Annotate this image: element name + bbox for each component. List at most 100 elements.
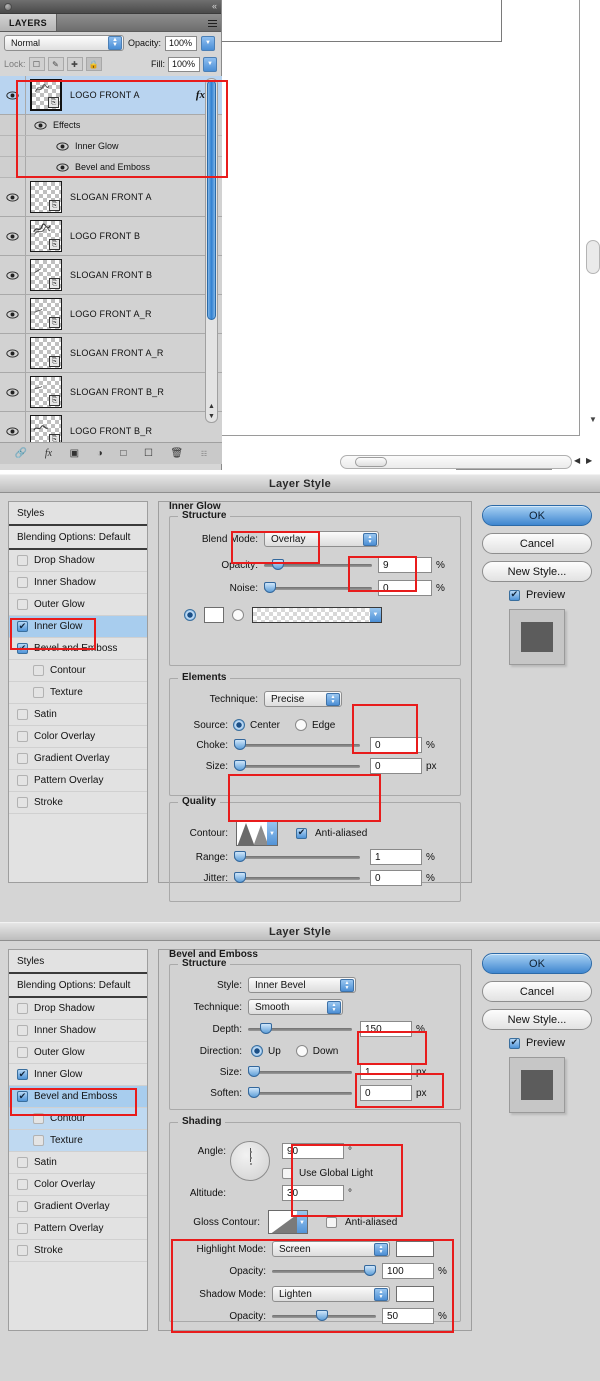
jitter-slider[interactable] xyxy=(234,871,360,885)
style-item-texture[interactable]: Texture xyxy=(9,682,147,704)
checkbox-icon[interactable] xyxy=(17,1223,28,1234)
checkbox-icon[interactable] xyxy=(17,1025,28,1036)
checkbox-icon[interactable] xyxy=(17,1069,28,1080)
layer-thumbnail[interactable]: ⎘ xyxy=(30,259,62,291)
layer-visibility-toggle[interactable] xyxy=(0,373,26,411)
scrollbar-thumb[interactable] xyxy=(355,457,387,467)
size-input[interactable]: 0 xyxy=(370,758,422,774)
style-item-stroke[interactable]: Stroke xyxy=(9,1240,147,1262)
layers-scrollbar[interactable]: ▲ ▼ xyxy=(205,78,218,423)
radio-solid-color[interactable] xyxy=(184,609,196,621)
slider-knob[interactable] xyxy=(248,1066,260,1077)
effects-group-row[interactable]: Effects xyxy=(0,115,222,136)
range-slider[interactable] xyxy=(234,850,360,864)
technique-select[interactable]: Smooth ▲ ▼ xyxy=(248,999,343,1015)
spinner-icon[interactable]: ▲ ▼ xyxy=(374,1288,388,1301)
preview-checkbox[interactable] xyxy=(508,589,520,601)
slider-knob[interactable] xyxy=(364,1265,376,1276)
checkbox-icon[interactable] xyxy=(17,1179,28,1190)
styles-list[interactable]: Styles Blending Options: Default Drop Sh… xyxy=(8,949,148,1331)
soften-input[interactable]: 0 xyxy=(360,1085,412,1101)
opacity-slider-icon[interactable]: ▼ xyxy=(201,35,216,51)
shadow-opacity-input[interactable]: 50 xyxy=(382,1308,434,1324)
table-row[interactable]: ⎘ SLOGAN FRONT B_R xyxy=(0,373,222,412)
noise-slider[interactable] xyxy=(264,581,372,595)
adjustment-icon[interactable]: ◑ xyxy=(97,448,103,459)
checkbox-icon[interactable] xyxy=(33,665,44,676)
mask-icon[interactable]: ▣ xyxy=(70,448,79,459)
radio-direction-up[interactable] xyxy=(251,1045,263,1057)
tab-layers[interactable]: LAYERS xyxy=(0,14,58,31)
shadow-color-swatch[interactable] xyxy=(396,1286,434,1302)
checkbox-icon[interactable] xyxy=(17,599,28,610)
slider-knob[interactable] xyxy=(272,559,284,570)
layer-thumbnail[interactable]: ⎘ xyxy=(30,220,62,252)
checkbox-icon[interactable] xyxy=(17,797,28,808)
slider-knob[interactable] xyxy=(316,1310,328,1321)
style-item-stroke[interactable]: Stroke xyxy=(9,792,147,814)
style-item-satin[interactable]: Satin xyxy=(9,704,147,726)
choke-slider[interactable] xyxy=(234,738,360,752)
radio-source-center[interactable] xyxy=(233,719,245,731)
checkbox-icon[interactable] xyxy=(17,1047,28,1058)
layer-visibility-toggle[interactable] xyxy=(0,334,26,372)
soften-slider[interactable] xyxy=(248,1086,352,1100)
glow-color-swatch[interactable] xyxy=(204,607,224,623)
range-input[interactable]: 1 xyxy=(370,849,422,865)
eye-icon[interactable] xyxy=(56,141,69,151)
resize-grip-icon[interactable]: ☷ xyxy=(201,450,207,458)
link-icon[interactable]: 🔗 xyxy=(15,448,27,459)
effect-row-bevel-emboss[interactable]: Bevel and Emboss xyxy=(0,157,222,178)
opacity-input[interactable]: 9 xyxy=(378,557,432,573)
chevron-down-icon[interactable]: ▼ xyxy=(267,821,277,845)
radio-source-edge[interactable] xyxy=(295,719,308,731)
new-style-button[interactable]: New Style... xyxy=(482,1009,592,1030)
fx-icon[interactable]: fx xyxy=(196,89,205,101)
angle-input[interactable]: 90 xyxy=(282,1143,344,1159)
table-row[interactable]: ⎘ SLOGAN FRONT A_R xyxy=(0,334,222,373)
lock-position-icon[interactable]: ✚ xyxy=(66,57,83,71)
effect-row-inner-glow[interactable]: Inner Glow xyxy=(0,136,222,157)
gradient-picker[interactable]: ▼ xyxy=(252,607,382,623)
style-item-inner-glow[interactable]: Inner Glow xyxy=(9,616,147,638)
checkbox-icon[interactable] xyxy=(17,1003,28,1014)
lock-all-icon[interactable]: 🔒 xyxy=(85,57,102,71)
layer-visibility-toggle[interactable] xyxy=(0,412,26,442)
style-item-inner-glow[interactable]: Inner Glow xyxy=(9,1064,147,1086)
style-item-gradient-overlay[interactable]: Gradient Overlay xyxy=(9,748,147,770)
layer-thumbnail[interactable]: ⎘ xyxy=(30,415,62,442)
blend-mode-spinner-icon[interactable]: ▲ ▼ xyxy=(108,36,122,50)
checkbox-icon[interactable] xyxy=(33,687,44,698)
ok-button[interactable]: OK xyxy=(482,953,592,974)
depth-input[interactable]: 150 xyxy=(360,1021,412,1037)
layer-list[interactable]: ⎘ LOGO FRONT A fx ▲ Effects xyxy=(0,76,222,442)
checkbox-icon[interactable] xyxy=(33,1113,44,1124)
fx-icon[interactable]: fx xyxy=(45,448,52,459)
slider-knob[interactable] xyxy=(234,851,246,862)
use-global-light-row[interactable]: Use Global Light xyxy=(282,1165,373,1181)
shadow-mode-select[interactable]: Lighten ▲ ▼ xyxy=(272,1286,390,1302)
new-layer-icon[interactable]: ☐ xyxy=(144,448,153,459)
use-global-light-checkbox[interactable] xyxy=(282,1167,293,1179)
style-item-pattern-overlay[interactable]: Pattern Overlay xyxy=(9,1218,147,1240)
style-item-gradient-overlay[interactable]: Gradient Overlay xyxy=(9,1196,147,1218)
checkbox-icon[interactable] xyxy=(17,731,28,742)
shadow-opacity-slider[interactable] xyxy=(272,1309,376,1323)
slider-knob[interactable] xyxy=(248,1087,260,1098)
slider-knob[interactable] xyxy=(260,1023,272,1034)
slider-knob[interactable] xyxy=(264,582,276,593)
blending-options-item[interactable]: Blending Options: Default xyxy=(9,974,147,998)
spinner-icon[interactable]: ▲ ▼ xyxy=(326,693,340,706)
style-item-drop-shadow[interactable]: Drop Shadow xyxy=(9,998,147,1020)
anti-aliased-checkbox[interactable] xyxy=(296,827,307,839)
gloss-contour-preview[interactable]: ▼ xyxy=(268,1210,308,1234)
highlight-mode-select[interactable]: Screen ▲ ▼ xyxy=(272,1241,390,1257)
collapse-chevrons-icon[interactable]: « xyxy=(212,1,217,11)
highlight-color-swatch[interactable] xyxy=(396,1241,434,1257)
checkbox-icon[interactable] xyxy=(17,621,28,632)
panel-menu-icon[interactable] xyxy=(208,18,217,31)
blending-options-item[interactable]: Blending Options: Default xyxy=(9,526,147,550)
panel-close-dot[interactable] xyxy=(4,3,12,11)
table-row[interactable]: ⎘ LOGO FRONT A fx ▲ xyxy=(0,76,222,115)
lock-image-icon[interactable]: ✎ xyxy=(47,57,64,71)
